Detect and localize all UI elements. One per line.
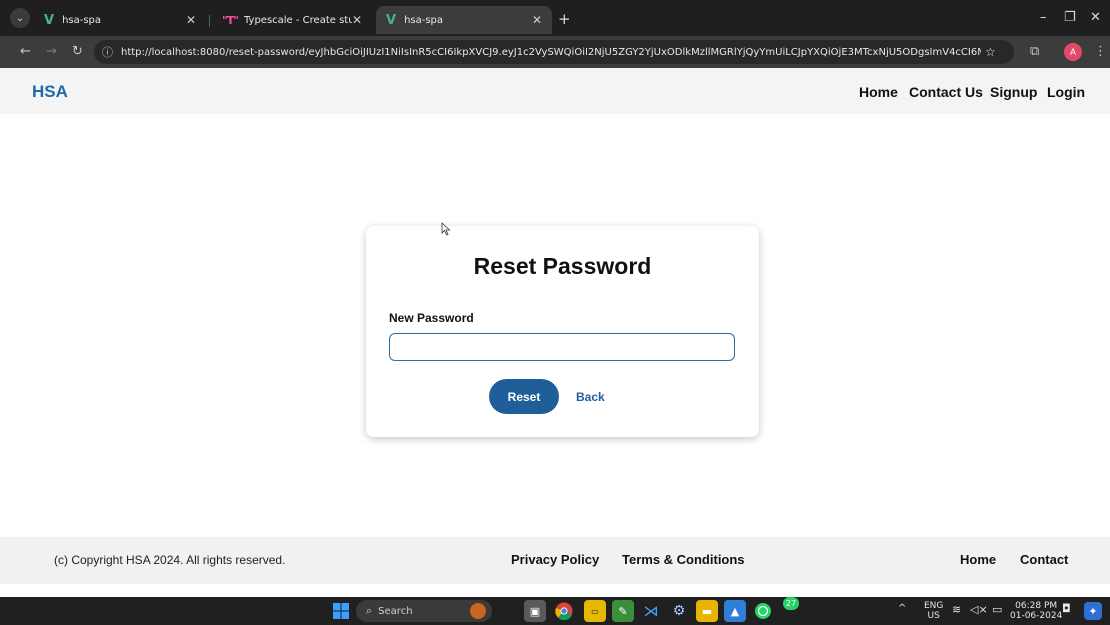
browser-tab-hsa-spa-active[interactable]: V hsa-spa ✕ (376, 6, 552, 34)
bookmark-star-icon[interactable]: ☆ (985, 45, 996, 59)
notification-bell-icon[interactable]: ◘ (1062, 603, 1071, 614)
nav-login[interactable]: Login (1047, 84, 1085, 100)
tab-search-chevron-icon[interactable]: ⌄ (10, 8, 30, 28)
forward-arrow-icon[interactable]: → (46, 44, 57, 59)
back-arrow-icon[interactable]: ← (20, 44, 31, 59)
address-bar-url[interactable]: http://localhost:8080/reset-password/eyJ… (121, 47, 981, 58)
volume-muted-icon[interactable]: ◁× (970, 604, 988, 615)
nav-signup[interactable]: Signup (990, 84, 1037, 100)
extensions-icon[interactable]: ⧉ (1030, 44, 1039, 59)
footer-privacy-policy[interactable]: Privacy Policy (511, 552, 599, 567)
nav-home[interactable]: Home (859, 84, 898, 100)
brand-logo[interactable]: HSA (32, 82, 68, 102)
close-tab-icon[interactable]: ✕ (186, 13, 196, 27)
task-view-icon[interactable]: ▣ (524, 600, 546, 622)
clock-time: 06:28 PM (1015, 601, 1058, 611)
minimize-icon[interactable]: – (1040, 10, 1047, 25)
language-top: ENG (924, 601, 944, 611)
footer-home[interactable]: Home (960, 552, 996, 567)
new-password-input[interactable] (389, 333, 735, 361)
windows-start-icon[interactable] (330, 600, 352, 622)
vscode-icon[interactable]: ⋊ (640, 600, 662, 622)
close-tab-icon[interactable]: ✕ (532, 13, 542, 27)
tab-title: hsa-spa (404, 14, 444, 26)
footer-terms-conditions[interactable]: Terms & Conditions (622, 552, 745, 567)
whatsapp-badge: 27 (783, 597, 799, 610)
site-info-icon[interactable]: ⓘ (102, 44, 113, 60)
tab-divider (209, 15, 210, 27)
browser-tab-hsa-spa-1[interactable]: V hsa-spa ✕ (34, 6, 206, 34)
copyright-text: (c) Copyright HSA 2024. All rights reser… (54, 553, 286, 567)
page-title: Reset Password (473, 253, 652, 279)
whatsapp-icon[interactable] (752, 600, 774, 622)
folder-icon[interactable]: ▬ (696, 600, 718, 622)
reload-icon[interactable]: ↻ (72, 44, 83, 59)
notepad-icon[interactable]: ✎ (612, 600, 634, 622)
new-tab-plus-icon[interactable]: + (558, 10, 571, 28)
tab-title: hsa-spa (62, 14, 102, 26)
wifi-icon[interactable]: ≋ (952, 604, 961, 615)
back-link[interactable]: Back (576, 379, 605, 414)
mouse-cursor-icon (441, 222, 451, 236)
browser-menu-icon[interactable]: ⋮ (1094, 44, 1107, 59)
nav-contact-us[interactable]: Contact Us (909, 84, 983, 100)
profile-avatar[interactable]: A (1064, 43, 1082, 61)
search-icon: ⌕ (366, 604, 373, 617)
language-bottom: US (927, 611, 940, 621)
copilot-icon[interactable]: ✦ (1084, 602, 1102, 620)
footer-contact[interactable]: Contact (1020, 552, 1068, 567)
search-highlight-icon[interactable] (470, 603, 486, 619)
language-indicator[interactable]: ENG US (924, 601, 943, 621)
close-tab-icon[interactable]: ✕ (352, 13, 362, 27)
vue-logo-icon: V (44, 12, 55, 28)
restore-icon[interactable]: ❐ (1064, 10, 1076, 25)
tray-chevron-icon[interactable]: ^ (898, 604, 906, 614)
profile-initial: A (1069, 47, 1076, 57)
photos-icon[interactable]: ▲ (724, 600, 746, 622)
chrome-icon[interactable] (553, 600, 575, 622)
reset-button[interactable]: Reset (489, 379, 559, 414)
taskbar-search-placeholder: Search (378, 605, 413, 617)
new-password-label: New Password (389, 311, 474, 325)
settings-gear-icon[interactable]: ⚙ (668, 600, 690, 622)
clock-date: 01-06-2024 (1010, 611, 1063, 621)
battery-icon[interactable]: ▭ (992, 604, 1002, 615)
browser-tab-typescale[interactable]: "T" Typescale - Create stunning typ ✕ (212, 6, 372, 34)
file-explorer-icon[interactable]: ▭ (584, 600, 606, 622)
typescale-logo-icon: "T" (222, 13, 239, 27)
tab-title: Typescale - Create stunning typ (243, 14, 352, 26)
address-bar[interactable]: ⓘ http://localhost:8080/reset-password/e… (94, 40, 1014, 64)
close-window-icon[interactable]: ✕ (1090, 10, 1101, 25)
clock[interactable]: 06:28 PM 01-06-2024 (1010, 601, 1062, 621)
vue-logo-icon: V (386, 12, 397, 28)
